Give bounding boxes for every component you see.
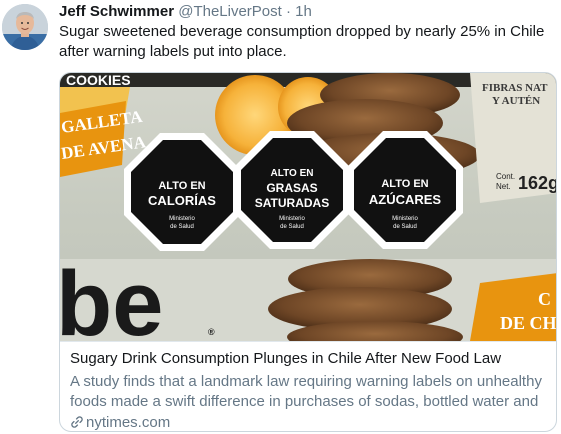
label-ministry-line1: Ministerio [279,216,305,222]
card-description: A study finds that a landmark law requir… [70,373,542,410]
card-image[interactable]: GALLETA DE AVENA COOKIES FIBRAS NAT Y AU… [60,73,557,341]
author-name[interactable]: Jeff Schwimmer [59,3,174,20]
tweet-header: Jeff Schwimmer @TheLiverPost · 1h [59,3,312,20]
package-right-top-line1: FIBRAS NAT [482,82,548,94]
package-right-bottom-line1: C [538,289,551,309]
brand-text: COOKIES [66,73,131,88]
label-line2: GRASAS [266,181,317,195]
label-ministry-line1: Ministerio [169,216,195,222]
net-weight: Cont. Net. 162gr. [496,172,557,193]
package-right-bottom-line2: DE CH [500,313,557,333]
svg-text:be: be [60,253,163,341]
package-right-bottom-panel: C DE CH [470,273,557,341]
label-line2: CALORÍAS [148,193,216,208]
link-card[interactable]: GALLETA DE AVENA COOKIES FIBRAS NAT Y AU… [59,72,557,432]
label-line1: ALTO EN [158,180,205,192]
label-line2: AZÚCARES [369,192,442,207]
label-ministry-line2: de Salud [170,224,194,230]
package-right-top-line2: Y AUTÉN [492,95,540,107]
net-weight-label1: Cont. [496,172,515,181]
header-separator: · [286,3,291,20]
label-line1: ALTO EN [271,168,314,179]
label-line1: ALTO EN [381,178,428,190]
tweet-timestamp[interactable]: 1h [295,3,312,20]
label-ministry-line2: de Salud [280,224,304,230]
registered-mark: ® [208,327,215,337]
card-domain[interactable]: nytimes.com [70,414,170,431]
author-handle[interactable]: @TheLiverPost [178,3,282,20]
card-domain-text: nytimes.com [86,414,171,431]
link-icon [71,416,83,428]
label-ministry-line2: de Salud [393,224,417,230]
label-ministry-line1: Ministerio [392,216,418,222]
card-body[interactable]: Sugary Drink Consumption Plunges in Chil… [60,341,556,431]
avatar[interactable] [2,4,48,50]
net-weight-value: 162gr. [518,173,557,193]
tweet-text: Sugar sweetened beverage consumption dro… [59,23,545,60]
net-weight-label2: Net. [496,182,511,191]
card-title[interactable]: Sugary Drink Consumption Plunges in Chil… [70,350,501,367]
label-line3: SATURADAS [255,196,329,210]
